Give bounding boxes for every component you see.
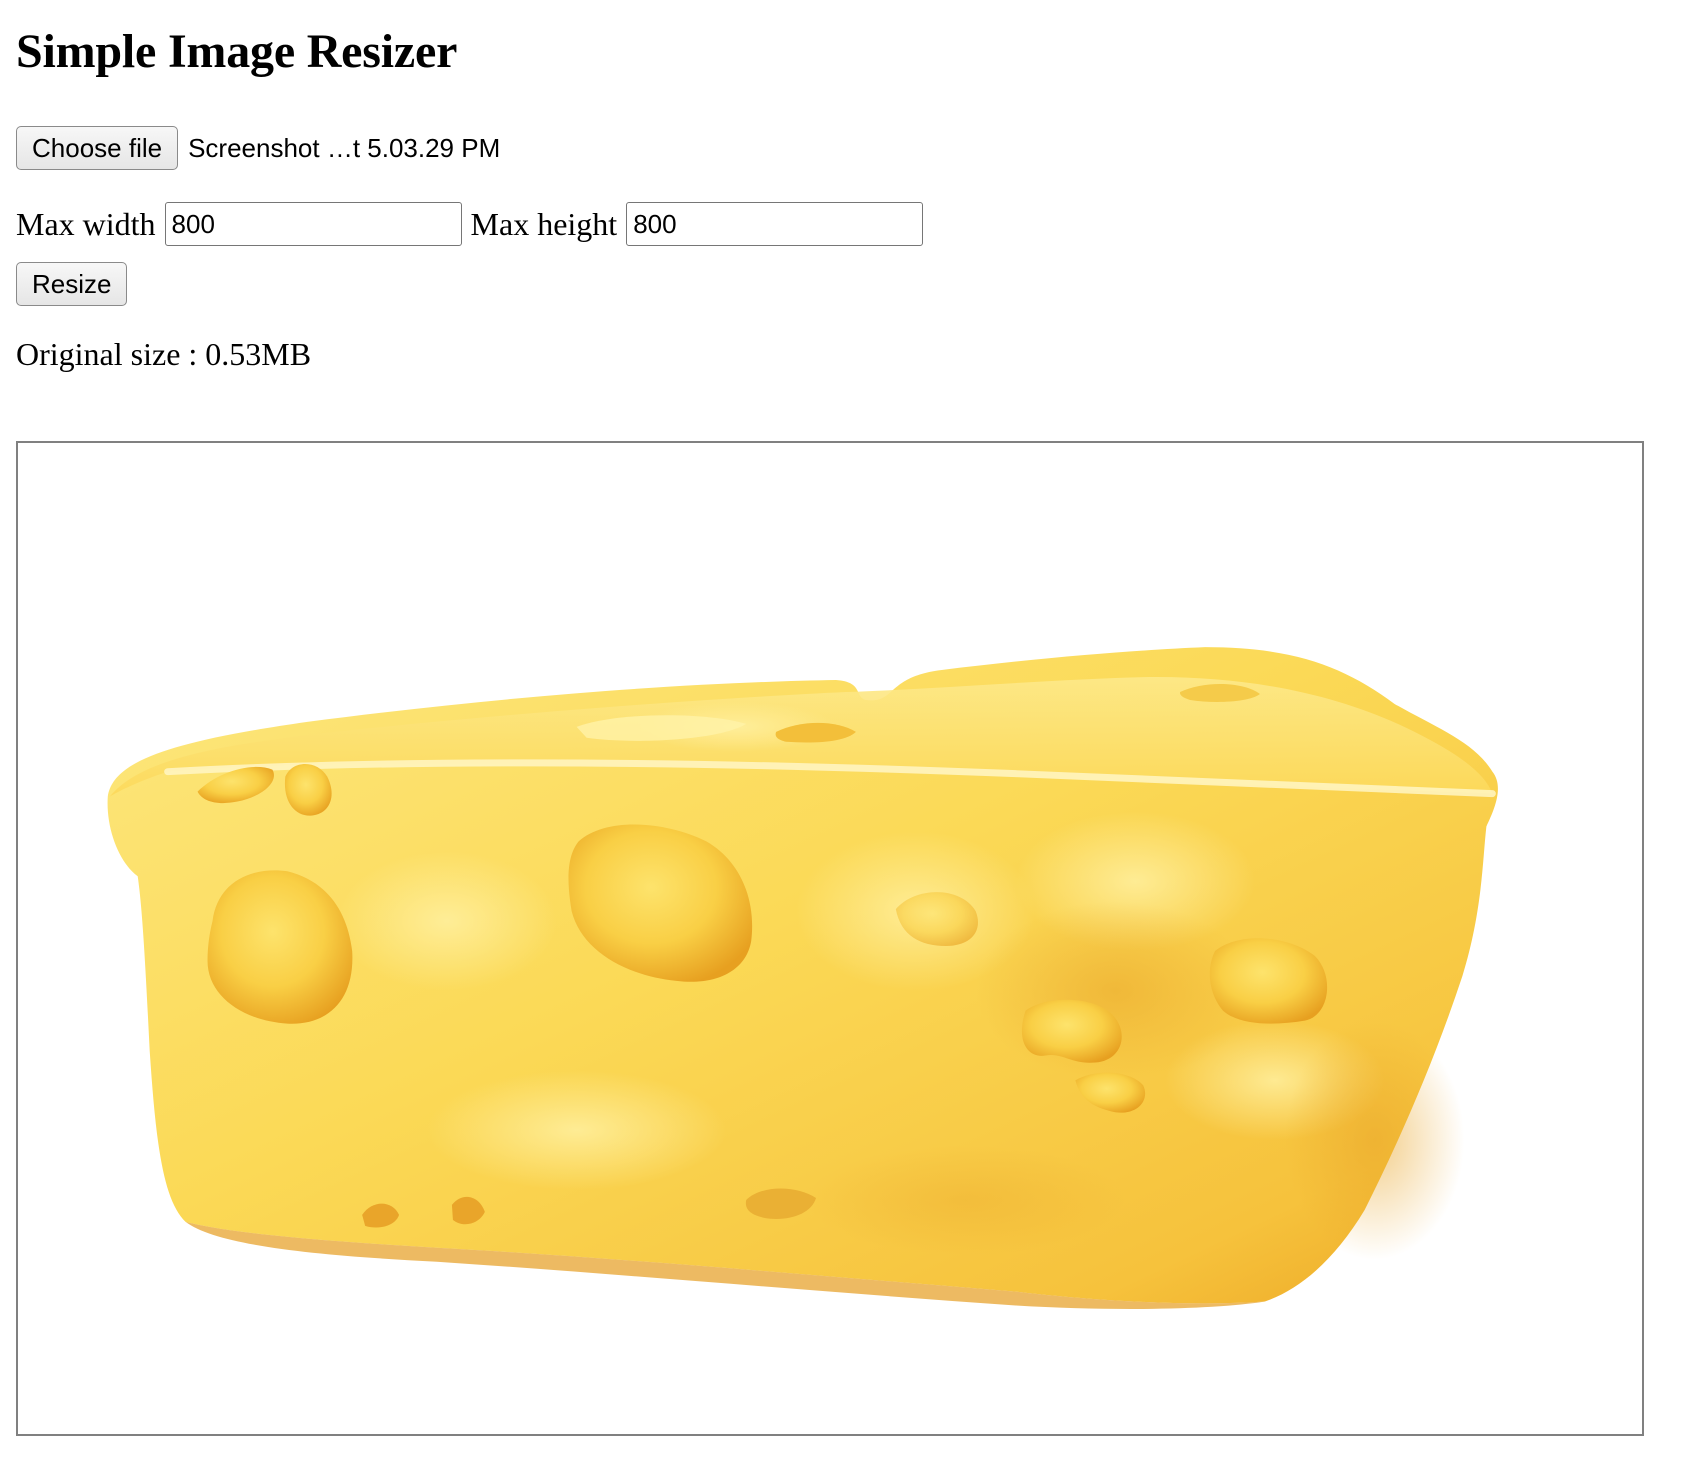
original-size-separator: : [180, 336, 206, 372]
max-height-label: Max height [470, 205, 618, 242]
resized-image-canvas [16, 441, 1644, 1436]
max-width-label: Max width [16, 205, 156, 242]
file-picker: Choose file Screenshot …t 5.03.29 PM [16, 126, 500, 170]
original-size-value: 0.53MB [205, 336, 312, 372]
dimension-controls: Max width Max height [16, 202, 932, 246]
cheese-image [107, 647, 1498, 1309]
original-size-info: Original size : 0.53MB [16, 336, 311, 373]
max-height-input[interactable] [626, 202, 924, 246]
max-width-input[interactable] [164, 202, 462, 246]
resize-button[interactable]: Resize [16, 262, 128, 306]
selected-file-name: Screenshot …t 5.03.29 PM [188, 132, 501, 163]
choose-file-button[interactable]: Choose file [16, 126, 179, 170]
page-title: Simple Image Resizer [16, 25, 458, 78]
original-size-label: Original size [16, 336, 181, 372]
